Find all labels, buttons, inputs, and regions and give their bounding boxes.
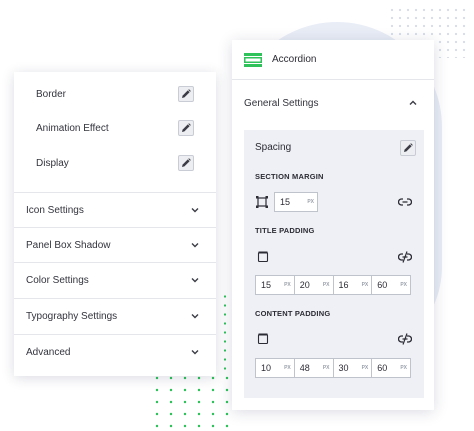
section-label: Advanced: [26, 346, 71, 358]
pencil-icon: [404, 143, 413, 152]
section-icon-settings[interactable]: Icon Settings: [14, 192, 216, 227]
section-label: Color Settings: [26, 274, 89, 286]
padding-top-input[interactable]: 15 PX: [256, 276, 295, 294]
unlink-icon[interactable]: [398, 251, 412, 263]
chevron-down-icon: [191, 243, 199, 248]
decorative-dots-green: [150, 372, 234, 428]
pencil-icon: [182, 89, 191, 98]
padding-box-icon: [257, 333, 269, 345]
spacing-title: Spacing: [255, 142, 292, 153]
margin-box-icon: [256, 196, 268, 208]
content-padding-label: CONTENT PADDING: [255, 309, 331, 318]
pencil-icon: [182, 123, 191, 132]
unit-label: PX: [400, 365, 407, 371]
chevron-down-icon: [191, 350, 199, 355]
padding-box-icon: [257, 251, 269, 263]
link-icon[interactable]: [398, 196, 412, 208]
animation-effect-row[interactable]: Animation Effect: [14, 118, 216, 138]
border-edit-button[interactable]: [178, 86, 194, 102]
unit-label: PX: [322, 282, 330, 288]
padding-value: 60: [377, 280, 388, 290]
display-row[interactable]: Display: [14, 153, 216, 173]
section-label: Icon Settings: [26, 204, 84, 216]
display-edit-button[interactable]: [178, 155, 194, 171]
widget-header: Accordion: [232, 40, 434, 80]
padding-value: 30: [338, 363, 349, 373]
unit-label: PX: [361, 282, 369, 288]
padding-bottom-input[interactable]: 16 PX: [334, 276, 373, 294]
unit-label: PX: [284, 365, 291, 371]
spacing-controls: Spacing SECTION MARGIN 15 PX TITLE PADDI…: [244, 130, 424, 398]
padding-value: 20: [299, 280, 310, 290]
section-margin-input[interactable]: 15 PX: [274, 192, 318, 212]
general-settings-label: General Settings: [244, 97, 319, 109]
section-color-settings[interactable]: Color Settings: [14, 262, 216, 297]
chevron-down-icon: [191, 278, 199, 283]
padding-right-input[interactable]: 20 PX: [295, 276, 334, 294]
unit-label: PX: [307, 199, 314, 205]
unit-label: PX: [284, 282, 291, 288]
border-row[interactable]: Border: [14, 84, 216, 104]
accordion-settings-panel: Accordion General Settings Spacing SECTI…: [232, 40, 434, 410]
padding-value: 10: [261, 363, 272, 373]
animation-effect-label: Animation Effect: [36, 122, 109, 134]
padding-left-input[interactable]: 60 PX: [372, 359, 410, 377]
section-label: Panel Box Shadow: [26, 239, 111, 251]
unit-label: PX: [361, 365, 369, 371]
section-typography-settings[interactable]: Typography Settings: [14, 298, 216, 333]
padding-value: 48: [299, 363, 310, 373]
widget-title: Accordion: [272, 54, 317, 65]
display-label: Display: [36, 157, 69, 169]
general-settings-header[interactable]: General Settings: [232, 80, 434, 126]
border-label: Border: [36, 88, 67, 100]
title-padding-inputs: 15 PX 20 PX 16 PX 60 PX: [255, 275, 411, 295]
spacing-edit-button[interactable]: [400, 140, 416, 156]
padding-value: 16: [338, 280, 349, 290]
section-margin-label: SECTION MARGIN: [255, 172, 324, 181]
content-padding-inputs: 10 PX 48 PX 30 PX 60 PX: [255, 358, 411, 378]
padding-left-input[interactable]: 60 PX: [372, 276, 410, 294]
unit-label: PX: [400, 282, 407, 288]
decorative-dots-green-column: [222, 292, 228, 376]
title-padding-label: TITLE PADDING: [255, 226, 315, 235]
pencil-icon: [182, 158, 191, 167]
section-label: Typography Settings: [26, 310, 118, 322]
padding-bottom-input[interactable]: 30 PX: [334, 359, 373, 377]
section-advanced[interactable]: Advanced: [14, 334, 216, 369]
chevron-up-icon: [409, 100, 417, 105]
animation-effect-edit-button[interactable]: [178, 120, 194, 136]
unit-label: PX: [322, 365, 330, 371]
section-panel-box-shadow[interactable]: Panel Box Shadow: [14, 227, 216, 262]
section-margin-value: 15: [280, 197, 291, 207]
padding-value: 15: [261, 280, 272, 290]
chevron-down-icon: [191, 314, 199, 319]
padding-value: 60: [377, 363, 388, 373]
unlink-icon[interactable]: [398, 333, 412, 345]
accordion-icon: [244, 52, 262, 67]
style-settings-panel: Border Animation Effect Display Icon Set…: [14, 72, 216, 376]
padding-top-input[interactable]: 10 PX: [256, 359, 295, 377]
padding-right-input[interactable]: 48 PX: [295, 359, 334, 377]
chevron-down-icon: [191, 208, 199, 213]
